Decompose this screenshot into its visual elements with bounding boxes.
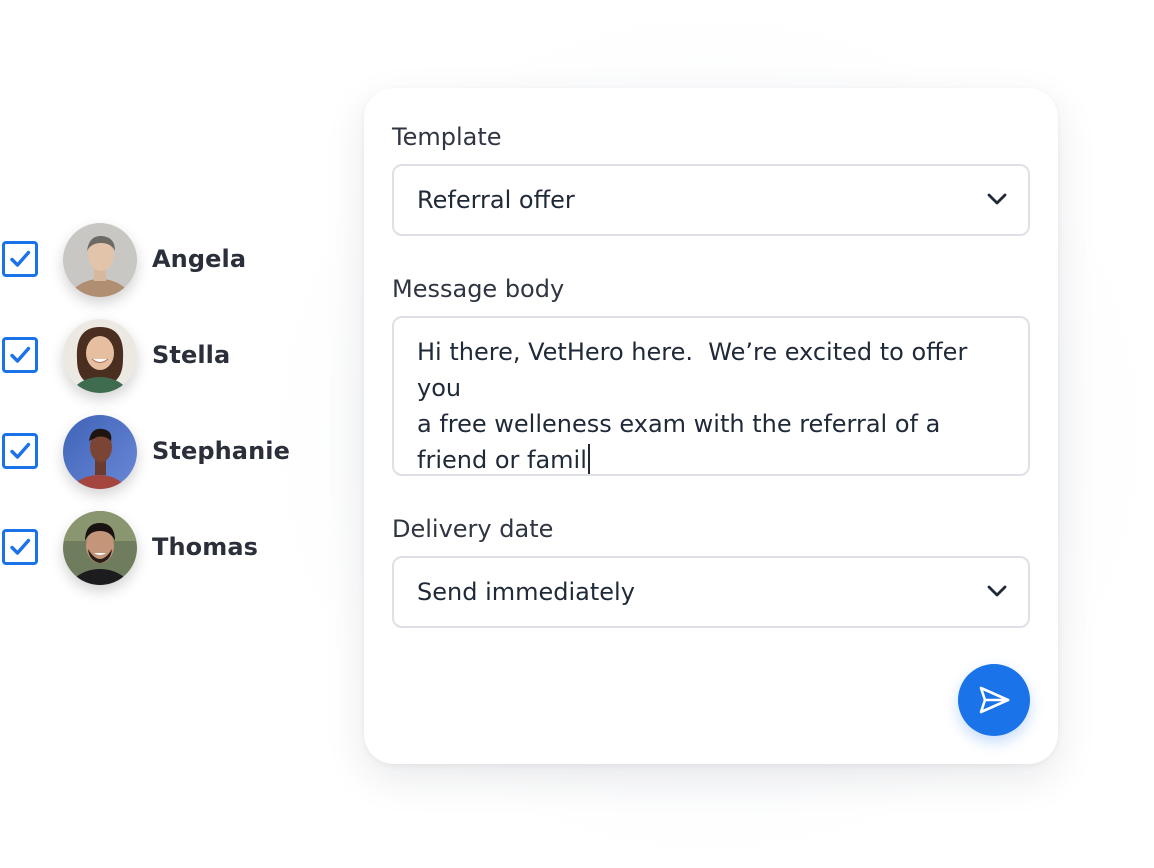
delivery-date-label: Delivery date <box>392 515 554 543</box>
recipient-checkbox[interactable] <box>2 529 38 565</box>
recipient-checkbox[interactable] <box>2 337 38 373</box>
recipient-item-stephanie[interactable]: Stephanie <box>0 415 300 489</box>
template-select[interactable]: Referral offer <box>392 164 1030 236</box>
send-button[interactable] <box>958 664 1030 736</box>
chevron-down-icon <box>986 188 1008 214</box>
checkmark-icon <box>10 250 31 267</box>
paper-plane-icon <box>979 686 1010 714</box>
recipient-item-angela[interactable]: Angela <box>0 223 300 297</box>
delivery-date-select[interactable]: Send immediately <box>392 556 1030 628</box>
recipient-checkbox[interactable] <box>2 241 38 277</box>
message-body-label: Message body <box>392 275 565 303</box>
chevron-down-icon <box>986 580 1008 606</box>
checkmark-icon <box>10 346 31 363</box>
delivery-date-select-value: Send immediately <box>417 578 635 606</box>
checkmark-icon <box>10 442 31 459</box>
avatar <box>63 511 137 585</box>
checkmark-icon <box>10 538 31 555</box>
template-label: Template <box>392 123 502 151</box>
recipient-checkbox[interactable] <box>2 433 38 469</box>
recipient-name: Thomas <box>152 533 259 561</box>
avatar <box>63 223 137 297</box>
template-select-value: Referral offer <box>417 186 575 214</box>
recipient-item-thomas[interactable]: Thomas <box>0 511 300 585</box>
recipient-name: Stella <box>152 341 231 369</box>
avatar <box>63 415 137 489</box>
recipient-name: Angela <box>152 245 247 273</box>
message-body-textarea[interactable]: Hi there, VetHero here. We’re excited to… <box>392 316 1030 476</box>
recipient-name: Stephanie <box>152 437 290 465</box>
recipient-item-stella[interactable]: Stella <box>0 319 300 393</box>
message-composer-card: Template Referral offer Message body Hi … <box>364 88 1058 764</box>
message-body-text: Hi there, VetHero here. We’re excited to… <box>417 338 968 474</box>
avatar <box>63 319 137 393</box>
text-caret <box>587 444 590 474</box>
